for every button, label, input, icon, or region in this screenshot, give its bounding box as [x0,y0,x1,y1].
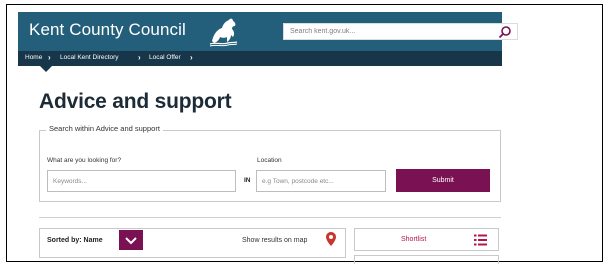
location-label: Location [257,157,282,164]
sort-label: Sorted by: Name [47,237,103,244]
chevron-down-icon [125,237,137,245]
keyword-label: What are you looking for? [47,157,122,164]
white-horse-logo-icon[interactable] [206,15,240,48]
map-pin-icon[interactable] [326,232,336,246]
shortlist-button[interactable]: Shortlist [354,228,499,251]
search-panel-legend: Search within Advice and support [46,124,163,133]
breadcrumb-home[interactable]: Home [25,54,42,61]
breadcrumb-separator: › [190,53,193,62]
breadcrumb-separator: › [48,53,51,62]
submit-button[interactable]: Submit [396,169,490,192]
breadcrumb-local-kent-directory[interactable]: Local Kent Directory [60,54,119,61]
breadcrumb-local-offer[interactable]: Local Offer [149,54,181,61]
shortlist-panel [354,255,499,264]
list-icon [474,234,487,246]
breadcrumb-separator: › [138,53,141,62]
site-header: Kent County Council [18,12,518,51]
site-title[interactable]: Kent County Council [29,20,186,40]
keyword-input[interactable] [47,170,236,192]
site-search [283,23,518,40]
show-map-link[interactable]: Show results on map [242,237,307,244]
in-label: IN [244,177,251,184]
page-title: Advice and support [39,90,232,113]
breadcrumb-caret [40,66,52,72]
shortlist-label: Shortlist [401,236,427,243]
breadcrumb: Home › Local Kent Directory › Local Offe… [18,51,502,66]
site-search-input[interactable] [284,24,490,39]
section-divider [39,217,501,218]
search-icon[interactable] [497,25,513,39]
sort-dropdown-button[interactable] [119,230,143,250]
location-input[interactable] [256,170,386,192]
